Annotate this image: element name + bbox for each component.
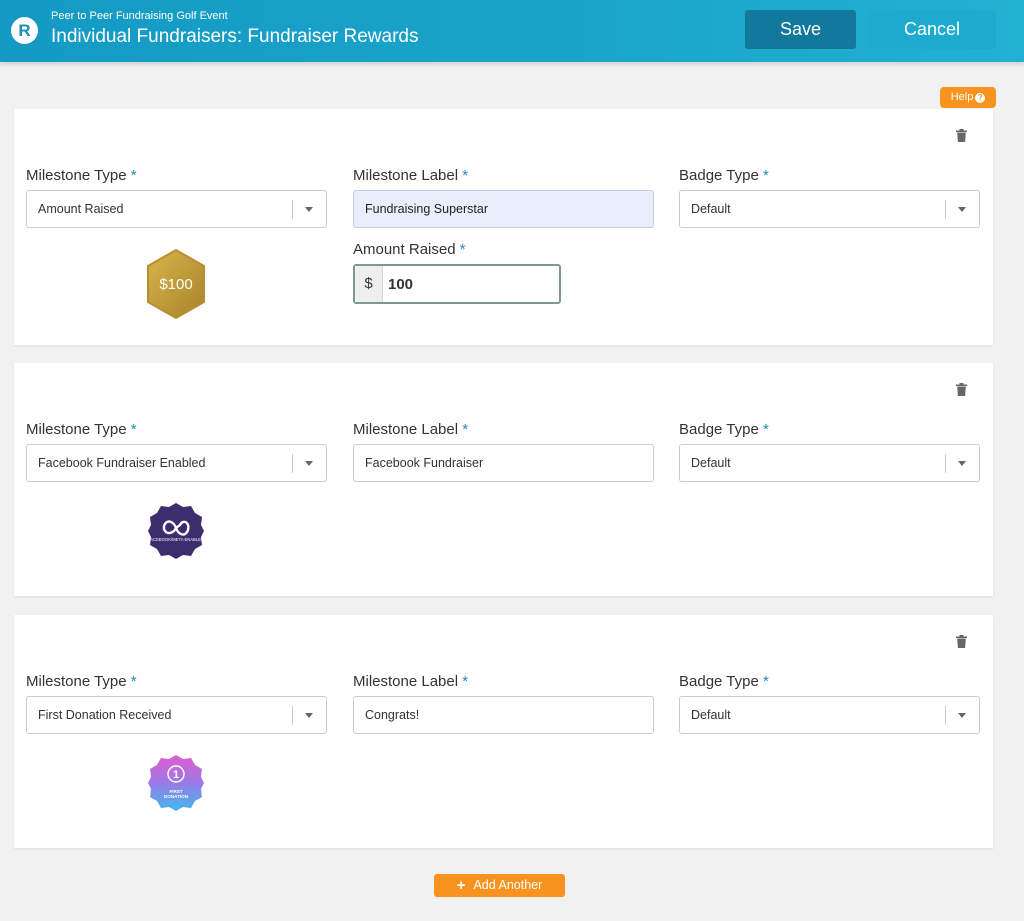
chevron-down-icon xyxy=(305,713,313,718)
badge-caption-text: FIRST DONATION xyxy=(163,789,189,799)
amount-raised-label: Amount Raised * xyxy=(353,241,466,258)
milestone-type-select[interactable]: First Donation Received xyxy=(26,696,327,734)
plus-icon: + xyxy=(456,877,466,894)
badge-type-value: Default xyxy=(691,202,731,216)
chevron-down-icon xyxy=(958,461,966,466)
facebook-meta-badge-icon: FACEBOOK/META ENABLED xyxy=(147,501,205,566)
select-divider xyxy=(292,706,293,725)
event-subtitle: Peer to Peer Fundraising Golf Event xyxy=(51,10,228,22)
first-donation-badge-icon: 1 FIRST DONATION xyxy=(147,753,205,818)
badge-type-select[interactable]: Default xyxy=(679,696,980,734)
milestone-type-label: Milestone Type * xyxy=(26,167,137,184)
select-divider xyxy=(292,200,293,219)
badge-type-select[interactable]: Default xyxy=(679,190,980,228)
save-button[interactable]: Save xyxy=(745,10,856,49)
help-label: Help xyxy=(950,91,974,103)
help-button[interactable]: Help? xyxy=(940,87,996,108)
badge-type-label: Badge Type * xyxy=(679,421,769,438)
milestone-type-label: Milestone Type * xyxy=(26,673,137,690)
milestone-label-label: Milestone Label * xyxy=(353,167,469,184)
select-divider xyxy=(945,454,946,473)
select-divider xyxy=(292,454,293,473)
select-divider xyxy=(945,200,946,219)
badge-amount-text: $100 xyxy=(159,276,192,293)
milestone-type-value: First Donation Received xyxy=(38,708,172,722)
gold-hexagon-badge-icon: $100 xyxy=(144,248,208,325)
badge-caption-text: FACEBOOK/META ENABLED xyxy=(148,537,204,542)
milestone-type-select[interactable]: Amount Raised xyxy=(26,190,327,228)
amount-raised-input[interactable]: $ 100 xyxy=(353,264,561,304)
milestone-label-label: Milestone Label * xyxy=(353,673,469,690)
chevron-down-icon xyxy=(305,207,313,212)
milestone-type-value: Amount Raised xyxy=(38,202,124,216)
badge-type-value: Default xyxy=(691,456,731,470)
top-bar: R Peer to Peer Fundraising Golf Event In… xyxy=(0,0,1024,62)
add-another-label: Add Another xyxy=(473,878,543,892)
badge-type-select[interactable]: Default xyxy=(679,444,980,482)
trash-icon[interactable] xyxy=(956,383,967,396)
milestone-label-input[interactable] xyxy=(353,444,654,482)
badge-type-value: Default xyxy=(691,708,731,722)
badge-type-label: Badge Type * xyxy=(679,167,769,184)
milestone-type-label: Milestone Type * xyxy=(26,421,137,438)
chevron-down-icon xyxy=(958,713,966,718)
question-circle-icon: ? xyxy=(975,93,986,103)
trash-icon[interactable] xyxy=(956,635,967,648)
chevron-down-icon xyxy=(305,461,313,466)
app-logo[interactable]: R xyxy=(11,17,38,44)
chevron-down-icon xyxy=(958,207,966,212)
milestone-label-input[interactable] xyxy=(353,696,654,734)
milestone-type-value: Facebook Fundraiser Enabled xyxy=(38,456,206,470)
badge-type-label: Badge Type * xyxy=(679,673,769,690)
trash-icon[interactable] xyxy=(956,129,967,142)
milestone-label-input[interactable] xyxy=(353,190,654,228)
add-another-button[interactable]: + Add Another xyxy=(434,874,565,897)
milestone-type-select[interactable]: Facebook Fundraiser Enabled xyxy=(26,444,327,482)
reward-card-2: Milestone Type * Milestone Label * Badge… xyxy=(14,363,993,596)
reward-card-1: Milestone Type * Milestone Label * Badge… xyxy=(14,109,993,345)
milestone-label-label: Milestone Label * xyxy=(353,421,469,438)
cancel-button[interactable]: Cancel xyxy=(868,10,996,49)
amount-raised-value: 100 xyxy=(388,276,414,293)
reward-card-3: Milestone Type * Milestone Label * Badge… xyxy=(14,615,993,848)
select-divider xyxy=(945,706,946,725)
currency-prefix: $ xyxy=(355,266,383,302)
badge-number-text: 1 xyxy=(173,769,179,781)
page-title: Individual Fundraisers: Fundraiser Rewar… xyxy=(51,26,419,47)
